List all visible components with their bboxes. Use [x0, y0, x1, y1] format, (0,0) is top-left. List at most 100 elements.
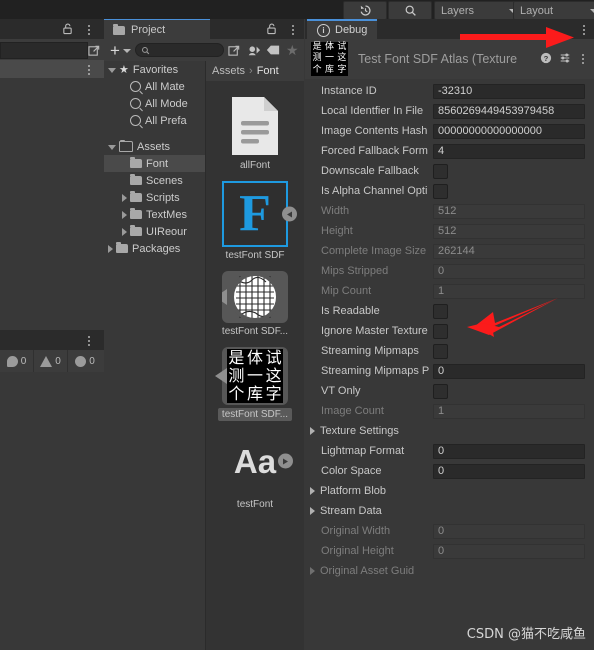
field-instance-id[interactable]: -32310	[433, 83, 585, 99]
tree-item-all-mode[interactable]: All Mode	[104, 95, 205, 112]
field-value: 8560269449453979458	[438, 105, 555, 117]
kebab-menu-icon[interactable]	[84, 336, 94, 346]
asset-item-sdf-atlas-cjk[interactable]: 是 体 试 测 一 这 个 库 字 testFont SDF...	[206, 347, 304, 421]
tree-item-packages[interactable]: Packages	[104, 240, 205, 257]
expand-icon[interactable]	[88, 44, 101, 60]
search-icon	[130, 98, 141, 109]
field-height[interactable]: 512	[433, 223, 585, 239]
left-panel-body	[0, 78, 104, 349]
asset-preview-toggle[interactable]	[278, 453, 293, 469]
watermark: CSDN @猫不吃咸鱼	[466, 627, 586, 642]
expand-icon[interactable]	[224, 40, 243, 60]
checkbox-downscale-fallback[interactable]	[433, 163, 448, 179]
history-button[interactable]	[343, 1, 387, 20]
tree-item-scenes[interactable]: Scenes	[104, 172, 205, 189]
tree-item-uireour[interactable]: UIReour	[104, 223, 205, 240]
chevron-right-icon	[310, 567, 315, 575]
console-info-count[interactable]: 0	[68, 350, 102, 372]
project-toolbar: + ★	[104, 39, 304, 61]
kebab-menu-icon[interactable]	[84, 25, 94, 35]
field-width[interactable]: 512	[433, 203, 585, 219]
console-warning-count[interactable]: 0	[34, 350, 68, 372]
field-image-contents-hash[interactable]: 00000000000000000	[433, 123, 585, 139]
field-mips-stripped[interactable]: 0	[433, 263, 585, 279]
tab-project[interactable]: Project	[104, 19, 210, 40]
help-icon[interactable]: ?	[540, 52, 552, 67]
label-filter-icon[interactable]	[263, 40, 282, 60]
console-error-count[interactable]: 0	[0, 350, 34, 372]
asset-item-sdf-atlas-latin[interactable]: testFont SDF...	[206, 271, 304, 337]
field-original-height[interactable]: 0	[433, 543, 585, 559]
project-search-input[interactable]	[134, 43, 225, 57]
field-local-identfier-in-file[interactable]: 8560269449453979458	[433, 103, 585, 119]
foldout-texture-settings[interactable]: Texture Settings	[305, 421, 594, 441]
breadcrumb-current[interactable]: Font	[257, 65, 279, 77]
chevron-down-icon[interactable]	[108, 145, 116, 150]
tree-item-font[interactable]: Font	[104, 155, 205, 172]
layers-dropdown[interactable]: Layers	[434, 1, 521, 20]
toolbar-search-button[interactable]	[388, 1, 432, 20]
chevron-down-icon[interactable]	[108, 68, 116, 73]
avatar-filter-icon[interactable]	[244, 40, 263, 60]
kebab-menu-icon[interactable]	[579, 25, 589, 35]
asset-preview-toggle[interactable]	[282, 206, 297, 222]
kebab-menu-icon[interactable]	[288, 25, 298, 35]
tree-item-label: Font	[146, 157, 169, 170]
cjk-glyph: 个	[312, 64, 322, 75]
sdf-atlas-latin-icon	[222, 271, 288, 323]
chevron-down-icon[interactable]	[122, 49, 131, 53]
checkbox-ignore-master-texture[interactable]	[433, 323, 448, 339]
kebab-menu-icon[interactable]	[578, 54, 588, 64]
add-asset-button[interactable]: +	[106, 42, 121, 59]
tab-debug[interactable]: i Debug	[307, 19, 378, 39]
asset-item-testfont[interactable]: Aa testFont	[206, 439, 304, 510]
chevron-right-icon[interactable]	[108, 244, 113, 253]
kebab-menu-icon[interactable]	[84, 65, 94, 75]
asset-preview-toggle[interactable]	[222, 289, 227, 305]
chevron-right-icon[interactable]	[122, 227, 127, 236]
foldout-stream-data[interactable]: Stream Data	[305, 501, 594, 521]
tree-item-label: Scripts	[146, 191, 180, 204]
favorite-star-icon[interactable]: ★	[283, 40, 302, 60]
asset-label: allFont	[239, 160, 270, 171]
field-complete-image-size[interactable]: 262144	[433, 243, 585, 259]
tree-item-scripts[interactable]: Scripts	[104, 189, 205, 206]
project-panel: Project + ★ ★ Favorites All Mate All Mod…	[104, 19, 304, 650]
field-mip-count[interactable]: 1	[433, 283, 585, 299]
checkbox-is-alpha-channel-opti[interactable]	[433, 183, 448, 199]
chevron-right-icon[interactable]	[122, 210, 127, 219]
lock-icon[interactable]	[62, 23, 73, 38]
checkbox-streaming-mipmaps[interactable]	[433, 343, 448, 359]
left-panel-selected-row[interactable]	[0, 60, 104, 78]
chevron-right-icon[interactable]	[122, 193, 127, 202]
left-panel-tabbar	[0, 19, 104, 39]
field-streaming-mipmaps-p[interactable]: 0	[433, 363, 585, 379]
lock-icon[interactable]	[266, 23, 277, 38]
tree-item-assets[interactable]: Assets	[104, 138, 205, 155]
tree-item-all-mate[interactable]: All Mate	[104, 78, 205, 95]
cjk-glyph: 字	[265, 384, 282, 403]
warning-icon	[40, 355, 53, 367]
preset-icon[interactable]	[559, 52, 571, 67]
foldout-original-asset-guid[interactable]: Original Asset Guid	[305, 561, 594, 581]
tree-item-favorites[interactable]: ★ Favorites	[104, 61, 205, 78]
tree-item-all-prefa[interactable]: All Prefa	[104, 112, 205, 129]
checkbox-is-readable[interactable]	[433, 303, 448, 319]
foldout-platform-blob[interactable]: Platform Blob	[305, 481, 594, 501]
asset-item-allfont[interactable]: allFont	[206, 95, 304, 171]
breadcrumb-root[interactable]: Assets	[212, 65, 245, 77]
asset-preview-toggle[interactable]	[215, 368, 227, 384]
asset-item-testfont-sdf[interactable]: F testFont SDF	[206, 181, 304, 261]
tree-item-textmes[interactable]: TextMes	[104, 206, 205, 223]
field-original-width[interactable]: 0	[433, 523, 585, 539]
field-forced-fallback-form[interactable]: 4	[433, 143, 585, 159]
property-label: Image Count	[321, 405, 384, 417]
field-color-space[interactable]: 0	[433, 463, 585, 479]
svg-text:?: ?	[544, 54, 549, 63]
checkbox-vt-only[interactable]	[433, 383, 448, 399]
layout-dropdown[interactable]: Layout	[513, 1, 594, 20]
field-value: -32310	[438, 85, 473, 97]
left-panel-search-input[interactable]	[0, 42, 88, 59]
field-image-count[interactable]: 1	[433, 403, 585, 419]
field-lightmap-format[interactable]: 0	[433, 443, 585, 459]
